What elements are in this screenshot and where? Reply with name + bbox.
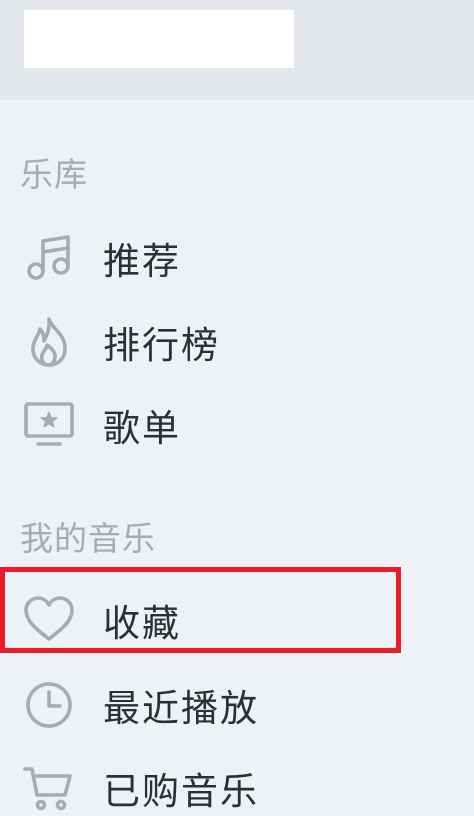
heart-icon: [22, 593, 76, 647]
nav-item-label: 歌单: [103, 407, 181, 450]
nav-item-favorites[interactable]: 收藏: [0, 580, 474, 660]
nav-item-label: 最近播放: [103, 687, 259, 730]
playlist-screen-icon: [22, 398, 76, 452]
nav-item-purchased[interactable]: 已购音乐: [0, 748, 474, 816]
flame-icon: [22, 315, 76, 369]
section-title-my-music: 我的音乐: [20, 519, 156, 558]
cart-icon: [22, 761, 76, 815]
search-input[interactable]: [24, 10, 294, 68]
sidebar: 乐库 推荐 排行榜 歌单 我的音乐 收藏 最近播放 已购音乐: [0, 0, 474, 816]
sidebar-header: [0, 0, 474, 100]
nav-item-recommend[interactable]: 推荐: [0, 218, 474, 298]
nav-item-recent[interactable]: 最近播放: [0, 665, 474, 745]
nav-item-playlists[interactable]: 歌单: [0, 385, 474, 465]
nav-item-charts[interactable]: 排行榜: [0, 302, 474, 382]
nav-item-label: 排行榜: [103, 324, 220, 367]
clock-icon: [22, 678, 76, 732]
music-note-icon: [22, 231, 76, 285]
section-title-library: 乐库: [20, 155, 88, 194]
nav-item-label: 已购音乐: [103, 770, 259, 813]
nav-item-label: 收藏: [103, 602, 181, 645]
nav-item-label: 推荐: [103, 240, 181, 283]
